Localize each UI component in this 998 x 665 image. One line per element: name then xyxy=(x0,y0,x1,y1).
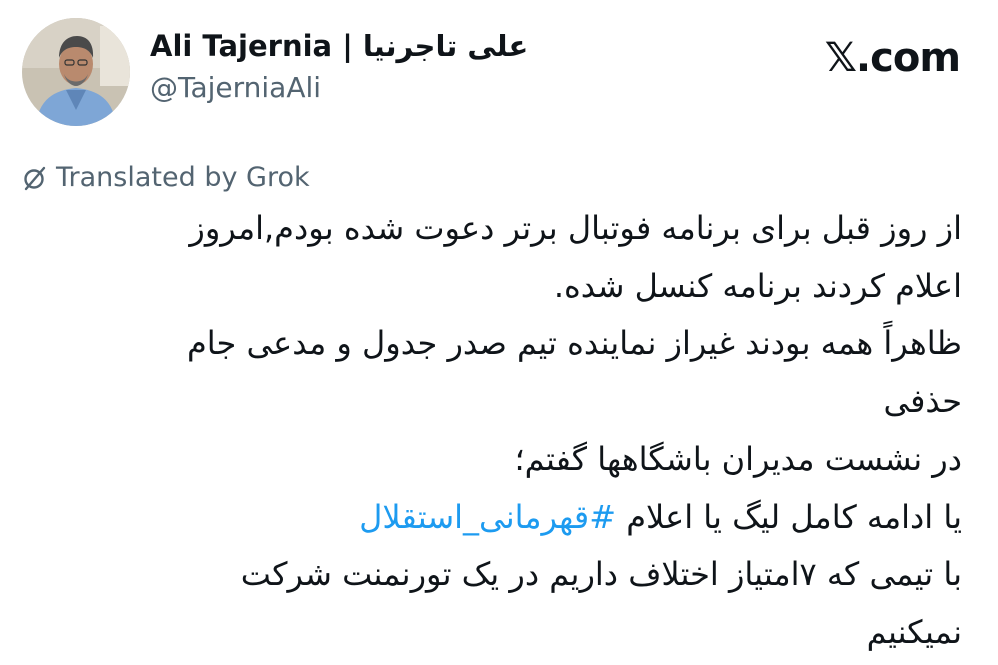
author-info: Ali Tajernia | علی تاجرنیا @TajerniaAli xyxy=(150,26,528,108)
x-com-logo: 𝕏.com xyxy=(824,35,961,81)
translated-label: Translated by Grok xyxy=(56,162,310,193)
tweet-line: با تیمی که ۷امتیاز اختلاف داریم در یک تو… xyxy=(240,555,962,594)
tweet-line: حذفی xyxy=(883,382,962,421)
tweet-line: نمیکنیم xyxy=(866,612,962,651)
author-handle[interactable]: @TajerniaAli xyxy=(150,68,528,108)
tweet-header: Ali Tajernia | علی تاجرنیا @TajerniaAli … xyxy=(0,0,998,140)
tweet-line: در نشست مدیران باشگاهها گفتم؛ xyxy=(514,439,962,478)
tweet-line-with-hashtag: یا ادامه کامل لیگ یا اعلام #قهرمانی_استق… xyxy=(22,489,962,547)
avatar-image xyxy=(22,18,130,126)
translate-icon xyxy=(22,165,48,191)
translated-by-grok[interactable]: Translated by Grok xyxy=(22,158,310,198)
tweet-line: ظاهراً همه بودند غیراز نماینده تیم صدر ج… xyxy=(186,324,962,363)
avatar[interactable] xyxy=(22,18,130,126)
tweet-text: از روز قبل برای برنامه فوتبال برتر دعوت … xyxy=(22,200,962,662)
hashtag-link[interactable]: #قهرمانی_استقلال xyxy=(359,498,616,536)
author-display-name[interactable]: Ali Tajernia | علی تاجرنیا xyxy=(150,26,528,66)
tweet-line-prefix: یا ادامه کامل لیگ یا اعلام xyxy=(616,497,962,536)
tweet-line: از روز قبل برای برنامه فوتبال برتر دعوت … xyxy=(189,209,962,247)
tweet-line: اعلام کردند برنامه کنسل شده. xyxy=(553,266,962,305)
